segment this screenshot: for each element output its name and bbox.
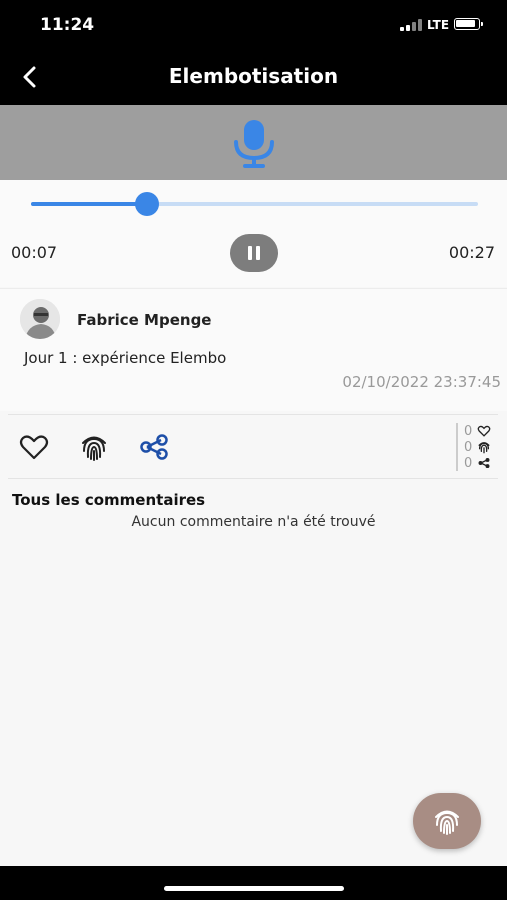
status-bar: 11:24 LTE (0, 0, 507, 50)
post-date: 02/10/2022 23:37:45 (342, 373, 501, 391)
progress-thumb[interactable] (135, 192, 160, 216)
like-button[interactable] (18, 431, 50, 463)
fingerprint-fab[interactable] (413, 793, 481, 849)
avatar[interactable] (20, 299, 60, 339)
post-card: Fabrice Mpenge Jour 1 : expérience Elemb… (0, 288, 507, 411)
pause-icon (248, 246, 252, 260)
comments-title: Tous les commentaires (12, 491, 206, 509)
like-count: 0 (464, 423, 491, 439)
reaction-counts: 0 0 0 (456, 423, 498, 471)
progress-fill (31, 202, 148, 206)
fingerprint-button[interactable] (78, 431, 110, 463)
heart-icon (19, 435, 49, 460)
post-text: Jour 1 : expérience Elembo (24, 349, 227, 367)
battery-icon (454, 18, 483, 30)
home-bar (0, 866, 507, 900)
network-label: LTE (427, 18, 450, 32)
audio-player: 00:07 00:27 (0, 180, 507, 287)
microphone-icon (234, 120, 274, 168)
fingerprint-icon (435, 810, 459, 835)
share-button[interactable] (138, 431, 170, 463)
page-title: Elembotisation (168, 64, 339, 88)
total-time: 00:27 (448, 243, 495, 262)
pause-button[interactable] (230, 234, 278, 272)
current-time: 00:07 (11, 243, 58, 262)
fingerprint-icon (478, 442, 490, 454)
status-time: 11:24 (40, 15, 95, 35)
heart-icon (477, 425, 491, 437)
audio-banner (0, 105, 507, 180)
signal-icon (400, 19, 422, 31)
action-bar: 0 0 0 (8, 414, 498, 479)
share-count: 0 (464, 455, 491, 471)
share-icon (478, 457, 490, 469)
home-indicator[interactable] (164, 886, 344, 891)
progress-slider[interactable] (31, 192, 478, 216)
app-header: Elembotisation (0, 50, 507, 105)
share-icon (140, 434, 168, 460)
author-name[interactable]: Fabrice Mpenge (77, 311, 211, 329)
fingerprint-icon (82, 436, 106, 461)
comments-empty-message: Aucun commentaire n'a été trouvé (131, 514, 376, 530)
fingerprint-count: 0 (464, 439, 491, 455)
